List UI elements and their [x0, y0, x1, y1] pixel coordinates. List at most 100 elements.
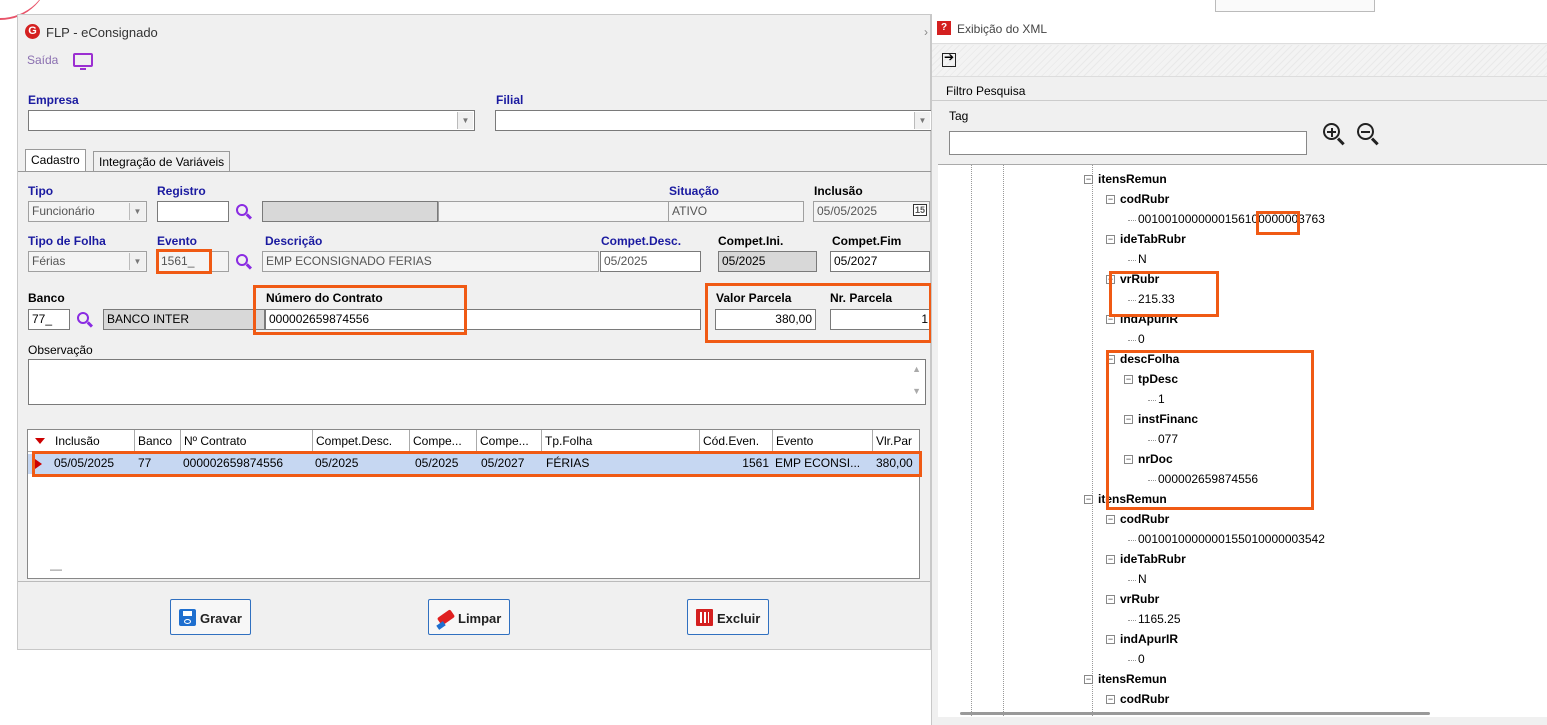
tree-value[interactable]: 0 [1138, 332, 1145, 346]
contrato-field[interactable]: 000002659874556 [265, 309, 701, 330]
tipo-folha-select[interactable]: Férias ▼ [28, 251, 147, 272]
tree-node[interactable]: itensRemun [1098, 172, 1167, 186]
tree-node[interactable]: codRubr [1120, 692, 1169, 706]
situacao-label: Situação [669, 184, 720, 198]
collapse-toggle-icon[interactable]: − [1106, 355, 1115, 364]
tree-node[interactable]: indApurIR [1120, 312, 1178, 326]
collapse-toggle-icon[interactable]: − [1084, 675, 1093, 684]
tab-integracao[interactable]: Integração de Variáveis [93, 151, 231, 171]
chevron-down-icon[interactable]: ▼ [129, 203, 145, 220]
observacao-textarea[interactable]: ▲ ▼ [28, 359, 926, 405]
gravar-button[interactable]: Gravar [170, 599, 251, 635]
inclusao-value: 05/05/2025 [817, 204, 878, 218]
col-cod-even[interactable]: Cód.Even. [700, 430, 773, 452]
title-bar: G FLP - eConsignado › [18, 15, 930, 45]
tipo-select[interactable]: Funcionário ▼ [28, 201, 147, 222]
tree-value[interactable]: N [1138, 572, 1147, 586]
table-row[interactable]: 05/05/2025 77 000002659874556 05/2025 05… [28, 454, 919, 474]
banco-code-field[interactable]: 77_ [28, 309, 70, 330]
zoom-out-icon[interactable] [1356, 122, 1380, 146]
empresa-select[interactable]: ▼ [28, 110, 475, 131]
tree-node[interactable]: nrDoc [1138, 452, 1173, 466]
collapse-toggle-icon[interactable]: − [1106, 195, 1115, 204]
collapse-toggle-icon[interactable]: − [1124, 375, 1133, 384]
col-compet-fim[interactable]: Compe... [477, 430, 542, 452]
compet-fim-field[interactable]: 05/2027 [830, 251, 930, 272]
search-icon[interactable] [235, 203, 253, 221]
tree-value[interactable]: N [1138, 252, 1147, 266]
zoom-in-icon[interactable] [1322, 122, 1346, 146]
tree-value[interactable]: 0 [1138, 652, 1145, 666]
tree-value[interactable]: 000002659874556 [1158, 472, 1258, 486]
horizontal-scrollbar[interactable] [960, 712, 1430, 715]
tree-node[interactable]: ideTabRubr [1120, 232, 1186, 246]
col-compet-desc[interactable]: Compet.Desc. [313, 430, 410, 452]
tree-node[interactable]: descFolha [1120, 352, 1179, 366]
col-tp-folha[interactable]: Tp.Folha [542, 430, 700, 452]
collapse-toggle-icon[interactable]: − [1106, 275, 1115, 284]
registro-field[interactable] [157, 201, 229, 222]
col-inclusao[interactable]: Inclusão [52, 430, 135, 452]
tree-value[interactable]: 1165.25 [1138, 612, 1181, 626]
collapse-toggle-icon[interactable]: − [1106, 695, 1115, 704]
tree-value[interactable]: 215.33 [1138, 292, 1175, 306]
sort-indicator-icon[interactable] [35, 438, 45, 444]
exit-icon[interactable] [942, 50, 956, 67]
inclusao-field[interactable]: 05/05/2025 15 [813, 201, 930, 222]
col-evento[interactable]: Evento [773, 430, 873, 452]
nr-parcela-field[interactable]: 1 [830, 309, 932, 330]
tree-node[interactable]: vrRubr [1120, 592, 1159, 606]
search-icon[interactable] [76, 311, 94, 329]
tree-node[interactable]: codRubr [1120, 192, 1169, 206]
collapse-toggle-icon[interactable]: − [1084, 175, 1093, 184]
col-vlr-parcela[interactable]: Vlr.Par [873, 430, 921, 452]
collapse-toggle-icon[interactable]: − [1106, 595, 1115, 604]
tree-node[interactable]: ideTabRubr [1120, 552, 1186, 566]
tree-node[interactable]: tpDesc [1138, 372, 1178, 386]
limpar-button[interactable]: Limpar [428, 599, 511, 635]
collapse-toggle-icon[interactable]: − [1106, 315, 1115, 324]
tree-connector [1128, 660, 1136, 661]
tree-value[interactable]: 0010010000000156100000003763 [1138, 212, 1325, 226]
filial-select[interactable]: ▼ [495, 110, 932, 131]
tree-value[interactable]: 0010010000000155010000003542 [1138, 532, 1325, 546]
tree-node[interactable]: vrRubr [1120, 272, 1159, 286]
tree-node[interactable]: indApurIR [1120, 632, 1178, 646]
saida-menu[interactable]: Saída [27, 53, 58, 67]
monitor-icon[interactable] [73, 53, 93, 70]
collapse-toggle-icon[interactable]: − [1106, 235, 1115, 244]
chevron-right-icon[interactable]: › [924, 25, 928, 39]
collapse-toggle-icon[interactable]: − [1106, 635, 1115, 644]
calendar-icon[interactable]: 15 [912, 204, 927, 216]
tree-node[interactable]: instFinanc [1138, 412, 1198, 426]
collapse-toggle-icon[interactable]: − [1124, 455, 1133, 464]
chevron-down-icon[interactable]: ▼ [914, 112, 930, 129]
collapse-toggle-icon[interactable]: − [1084, 495, 1093, 504]
tree-value[interactable]: 1 [1158, 392, 1165, 406]
search-icon[interactable] [235, 253, 253, 271]
tipo-folha-value: Férias [32, 254, 66, 268]
compet-desc-field[interactable]: 05/2025 [600, 251, 701, 272]
collapse-toggle-icon[interactable]: − [1106, 515, 1115, 524]
tree-node[interactable]: codRubr [1120, 512, 1169, 526]
cell-compet-desc: 05/2025 [315, 456, 359, 470]
collapse-toggle-icon[interactable]: − [1106, 555, 1115, 564]
col-banco[interactable]: Banco [135, 430, 181, 452]
chevron-down-icon[interactable]: ▼ [129, 253, 145, 270]
tree-value[interactable]: 077 [1158, 432, 1178, 446]
cell-compet-ini: 05/2025 [415, 456, 459, 470]
excluir-button[interactable]: Excluir [687, 599, 770, 635]
scroll-down-icon[interactable]: ▼ [912, 386, 921, 396]
tree-node[interactable]: itensRemun [1098, 492, 1167, 506]
valor-parcela-field[interactable]: 380,00 [715, 309, 816, 330]
collapse-toggle-icon[interactable]: − [1124, 415, 1133, 424]
cell-compet-fim: 05/2027 [481, 456, 525, 470]
evento-field[interactable]: 1561_ [157, 251, 229, 272]
chevron-down-icon[interactable]: ▼ [457, 112, 473, 129]
col-contrato[interactable]: Nº Contrato [181, 430, 313, 452]
tag-search-input[interactable] [949, 131, 1307, 155]
tab-cadastro[interactable]: Cadastro [25, 149, 86, 171]
col-compet-ini[interactable]: Compe... [410, 430, 477, 452]
tree-node[interactable]: itensRemun [1098, 672, 1167, 686]
scroll-up-icon[interactable]: ▲ [912, 364, 921, 374]
